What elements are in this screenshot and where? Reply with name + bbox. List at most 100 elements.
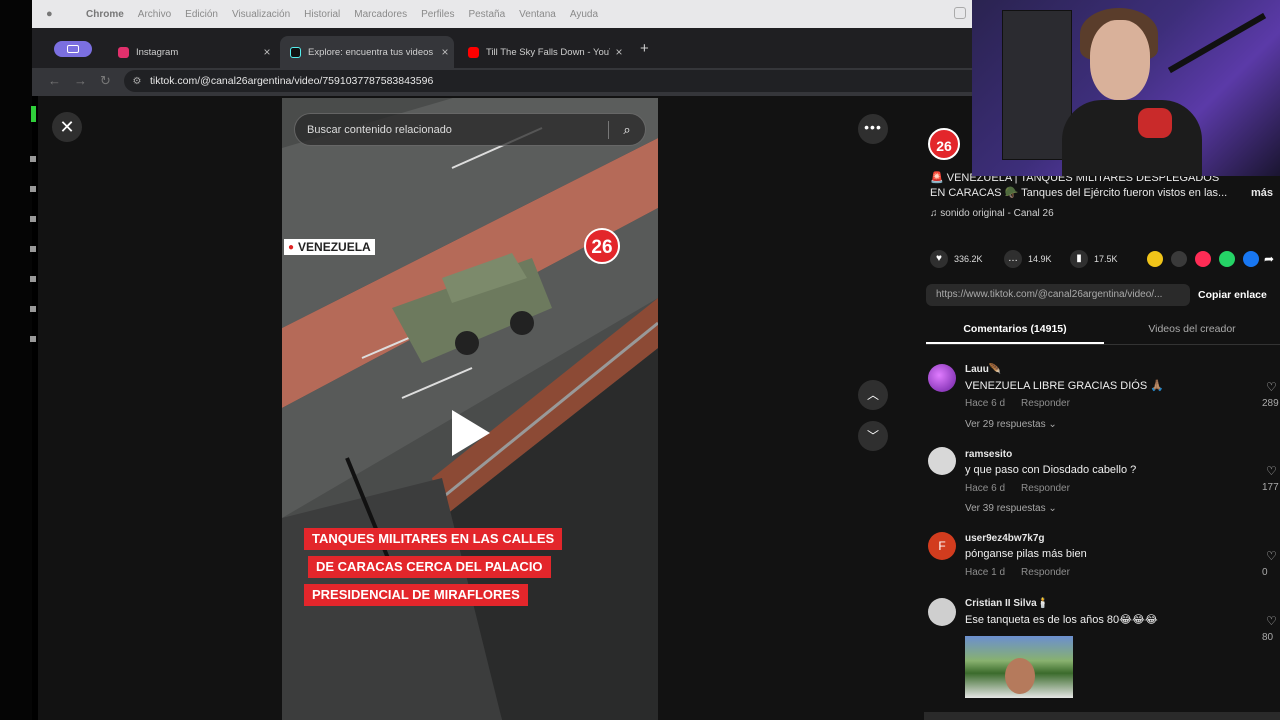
copy-link-button[interactable]: Copiar enlace [1198, 284, 1267, 306]
comment-username[interactable]: Cristian II Silva🕯️ [965, 598, 1049, 609]
menu-item-ventana[interactable]: Ventana [519, 9, 556, 20]
comment-heart-icon[interactable]: ♡ [1266, 614, 1277, 628]
search-input[interactable]: Buscar contenido relacionado [295, 124, 608, 136]
bookmark-icon: ▮ [1070, 250, 1088, 268]
menu-item-archivo[interactable]: Archivo [138, 9, 171, 20]
comment-button[interactable]: … 14.9K [1004, 250, 1052, 268]
close-icon[interactable]: × [258, 45, 276, 59]
forward-icon[interactable]: → [74, 73, 87, 88]
close-button[interactable]: ✕ [52, 112, 82, 142]
tab-youtube[interactable]: Till The Sky Falls Down - YouTube × [458, 36, 628, 68]
reply-button[interactable]: Responder [1021, 567, 1070, 578]
like-button[interactable]: ♥ 336.2K [930, 250, 983, 268]
menu-item-visualizacion[interactable]: Visualización [232, 9, 290, 20]
comment-image[interactable] [965, 636, 1073, 698]
menu-item-perfiles[interactable]: Perfiles [421, 9, 454, 20]
comment-text: Ese tanqueta es de los años 80😂😂😂 [965, 614, 1158, 626]
play-icon[interactable] [452, 410, 490, 456]
send-icon[interactable] [1195, 251, 1211, 267]
instagram-icon [118, 46, 129, 58]
menu-item-ayuda[interactable]: Ayuda [570, 9, 598, 20]
side-fragment [30, 156, 36, 162]
save-button[interactable]: ▮ 17.5K [1070, 250, 1118, 268]
address-bar[interactable]: ⚙ tiktok.com/@canal26argentina/video/759… [124, 70, 994, 92]
friends-share-icon[interactable] [1147, 251, 1163, 267]
reply-button[interactable]: Responder [1021, 483, 1070, 494]
side-fragment [30, 216, 36, 222]
side-fragment [30, 336, 36, 342]
save-count: 17.5K [1094, 254, 1118, 264]
comment-username[interactable]: Lauu🪶 [965, 364, 1001, 375]
status-icon[interactable] [954, 7, 966, 19]
menu-item-pestana[interactable]: Pestaña [468, 9, 505, 20]
apple-icon[interactable]: ● [46, 8, 66, 20]
caption-line: PRESIDENCIAL DE MIRAFLORES [304, 584, 528, 606]
site-settings-icon[interactable]: ⚙ [124, 76, 150, 87]
comment-meta: Hace 6 d Responder [965, 398, 1086, 409]
avatar[interactable] [928, 364, 956, 392]
avatar[interactable] [928, 598, 956, 626]
tab-title: Explore: encuentra tus videos [308, 46, 434, 58]
avatar[interactable] [928, 447, 956, 475]
menu-item-edicion[interactable]: Edición [185, 9, 218, 20]
more-link[interactable]: más [1251, 187, 1273, 199]
search-icon[interactable]: ⌕ [609, 122, 645, 138]
menu-app-name[interactable]: Chrome [86, 9, 124, 20]
comment-text: pónganse pilas más bien [965, 548, 1087, 560]
close-icon[interactable]: × [436, 45, 454, 59]
embed-icon[interactable] [1171, 251, 1187, 267]
side-fragment [30, 186, 36, 192]
menu-item-historial[interactable]: Historial [304, 9, 340, 20]
comment-heart-icon[interactable]: ♡ [1266, 549, 1277, 563]
video-frame [282, 98, 658, 720]
new-tab-button[interactable]: + [640, 40, 649, 57]
avatar[interactable]: F [928, 532, 956, 560]
more-options-button[interactable]: ••• [858, 114, 888, 144]
tab-group-icon[interactable] [54, 41, 92, 57]
menu-item-marcadores[interactable]: Marcadores [354, 9, 407, 20]
tab-creator-videos[interactable]: Videos del creador [1104, 318, 1280, 344]
comment-time: Hace 6 d [965, 483, 1006, 494]
tab-title: Till The Sky Falls Down - YouTube [486, 46, 610, 58]
close-icon[interactable]: × [610, 45, 628, 59]
tiktok-icon [290, 46, 301, 58]
reload-icon[interactable]: ↻ [100, 73, 111, 89]
comment-username[interactable]: user9ez4bw7k7g [965, 533, 1045, 544]
reply-button[interactable]: Responder [1021, 398, 1070, 409]
location-tag: ● VENEZUELA [284, 239, 375, 255]
tab-instagram[interactable]: Instagram × [108, 36, 276, 68]
comment-username[interactable]: ramsesito [965, 449, 1012, 460]
view-replies-button[interactable]: Ver 29 respuestas ⌄ [965, 419, 1057, 430]
tab-divider [926, 344, 1280, 345]
comment-heart-icon[interactable]: ♡ [1266, 380, 1277, 394]
next-video-button[interactable]: ﹀ [858, 421, 888, 451]
side-fragment [30, 246, 36, 252]
comment-heart-icon[interactable]: ♡ [1266, 464, 1277, 478]
comment-input-bar[interactable] [924, 712, 1280, 720]
back-icon[interactable]: ← [48, 73, 61, 88]
comment-like-count: 80 [1262, 632, 1274, 643]
comment-time: Hace 6 d [965, 398, 1006, 409]
side-indicator [31, 106, 36, 122]
video-player[interactable] [282, 98, 658, 720]
heart-icon: ♥ [930, 250, 948, 268]
comment-time: Hace 1 d [965, 567, 1006, 578]
facebook-icon[interactable] [1243, 251, 1259, 267]
comment-text: VENEZUELA LIBRE GRACIAS DIÓS 🙏🏽 [965, 380, 1164, 392]
left-strip [0, 0, 36, 720]
caption-line: DE CARACAS CERCA DEL PALACIO [308, 556, 551, 578]
related-search-bar[interactable]: Buscar contenido relacionado ⌕ [294, 113, 646, 146]
tab-tiktok[interactable]: Explore: encuentra tus videos × [280, 36, 454, 68]
share-arrow-icon[interactable]: ➦ [1264, 253, 1276, 265]
tab-comments[interactable]: Comentarios (14915) [926, 318, 1104, 344]
mac-menu-bar: ● Chrome Archivo Edición Visualización H… [32, 0, 980, 28]
whatsapp-icon[interactable] [1219, 251, 1235, 267]
video-link-field[interactable]: https://www.tiktok.com/@canal26argentina… [926, 284, 1190, 306]
sound-link[interactable]: ♫ sonido original - Canal 26 [930, 208, 1054, 219]
previous-video-button[interactable]: ︿ [858, 380, 888, 410]
url-text: tiktok.com/@canal26argentina/video/75910… [150, 75, 434, 87]
view-replies-button[interactable]: Ver 39 respuestas ⌄ [965, 503, 1057, 514]
channel-avatar[interactable]: 26 [928, 128, 960, 160]
comment-meta: Hace 1 d Responder [965, 567, 1086, 578]
channel-logo: 26 [584, 228, 620, 264]
